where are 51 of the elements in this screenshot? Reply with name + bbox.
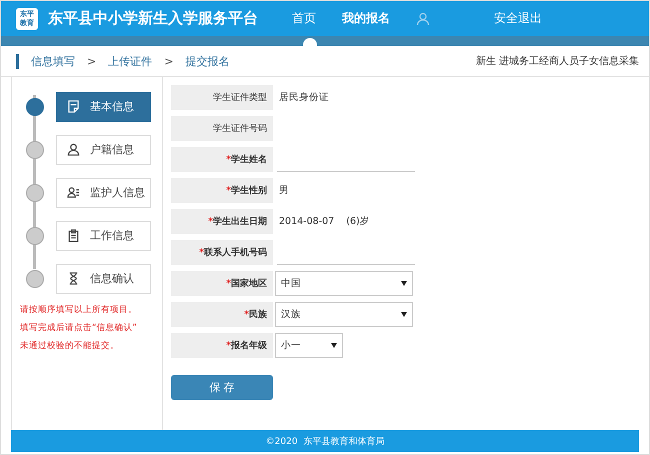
field-value: 居民身份证 bbox=[279, 91, 329, 104]
breadcrumb-link[interactable]: 上传证件 bbox=[108, 54, 152, 68]
select-field[interactable]: 小一 bbox=[275, 333, 343, 358]
field-label-text: 学生证件号码 bbox=[213, 122, 267, 135]
field-label-text: 学生出生日期 bbox=[213, 215, 267, 228]
step-tab[interactable]: 信息确认 bbox=[56, 264, 151, 294]
user-list-icon bbox=[67, 186, 80, 199]
field-label-text: 学生性别 bbox=[231, 184, 267, 197]
caret-icon bbox=[331, 343, 337, 348]
field-label-text: 报名年级 bbox=[231, 340, 267, 352]
instruction-text: 未通过校验的不能提交。 bbox=[20, 340, 120, 352]
separator-glyph: > bbox=[164, 54, 174, 68]
field-label-text: 国家地区 bbox=[231, 277, 267, 290]
required-mark: * bbox=[226, 154, 231, 164]
required-mark: * bbox=[226, 340, 231, 350]
required-mark: * bbox=[244, 310, 249, 320]
clipboard-icon bbox=[67, 229, 80, 242]
required-mark: * bbox=[226, 278, 231, 288]
caret-icon bbox=[401, 281, 407, 286]
instruction-text: 请按顺序填写以上所有项目。 bbox=[20, 304, 138, 316]
form-icon bbox=[67, 100, 80, 113]
nav-link[interactable]: 我的报名 bbox=[334, 10, 398, 27]
field-label-text: 联系人手机号码 bbox=[204, 246, 267, 259]
field-label-text: 学生姓名 bbox=[231, 153, 267, 166]
user-icon bbox=[67, 143, 80, 156]
copyright-text: ©2020 东平县教育和体育局 bbox=[266, 435, 384, 448]
field-label-text: 学生证件类型 bbox=[213, 92, 267, 104]
nav-link[interactable]: 首页 bbox=[284, 10, 324, 27]
required-mark: * bbox=[226, 186, 231, 196]
category-label: 新生 进城务工经商人员子女信息采集 bbox=[476, 54, 639, 68]
separator-glyph: > bbox=[87, 54, 96, 68]
user-icon bbox=[416, 12, 430, 26]
select-field[interactable]: 汉族 bbox=[275, 302, 413, 327]
breadcrumb-link[interactable]: 信息填写 bbox=[31, 54, 75, 68]
required-mark: * bbox=[208, 216, 213, 226]
select-field[interactable]: 中国 bbox=[275, 271, 413, 296]
site-title: 东平县中小学新生入学服务平台 bbox=[48, 9, 258, 28]
required-mark: * bbox=[199, 248, 204, 258]
step-tab[interactable]: 户籍信息 bbox=[56, 134, 151, 164]
field-value: 2014-08-07 (6)岁 bbox=[279, 215, 370, 228]
step-tab[interactable]: 监护人信息 bbox=[56, 178, 151, 208]
save-button[interactable]: 保 存 bbox=[171, 375, 273, 400]
hourglass-icon bbox=[67, 272, 80, 285]
step-tab[interactable]: 工作信息 bbox=[56, 220, 151, 250]
instruction-text: 填写完成后请点击“信息确认” bbox=[20, 322, 138, 334]
field-label-text: 民族 bbox=[249, 308, 267, 321]
caret-icon bbox=[401, 312, 407, 317]
field-value: 男 bbox=[279, 184, 289, 197]
breadcrumb-link[interactable]: 提交报名 bbox=[185, 54, 230, 68]
logout-link[interactable]: 安全退出 bbox=[486, 10, 550, 27]
step-tab[interactable]: 基本信息 bbox=[56, 92, 151, 122]
